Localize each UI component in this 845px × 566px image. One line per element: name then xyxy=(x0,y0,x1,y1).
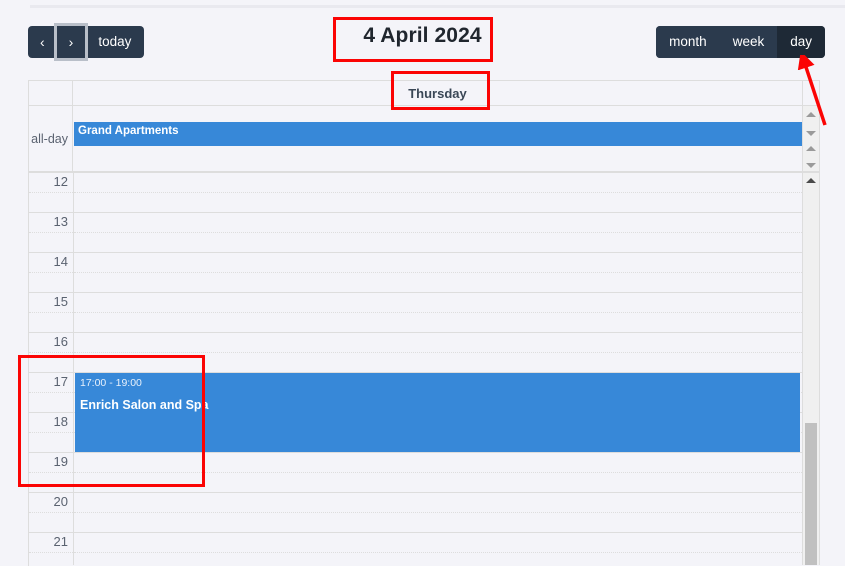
time-slot-21: 21 xyxy=(29,533,73,565)
calendar-grid: Thursday all-day Grand Apartments 12 13 … xyxy=(28,80,820,566)
view-button-day[interactable]: day xyxy=(777,26,825,58)
day-slot-13[interactable] xyxy=(74,213,802,253)
all-day-scrollbar[interactable] xyxy=(803,106,820,171)
all-day-event-area[interactable]: Grand Apartments xyxy=(73,106,803,171)
time-slot-19: 19 xyxy=(29,453,73,493)
time-slot-15: 15 xyxy=(29,293,73,333)
time-label-16: 16 xyxy=(53,334,68,349)
time-slot-12: 12 xyxy=(29,173,73,213)
time-label-19: 19 xyxy=(53,454,68,469)
allday-scroll-up-icon-1[interactable] xyxy=(806,112,816,117)
time-slot-17: 17 xyxy=(29,373,73,413)
day-slot-14[interactable] xyxy=(74,253,802,293)
time-gutter: 12 13 14 15 16 17 18 19 20 21 xyxy=(29,173,73,565)
all-day-label: all-day xyxy=(29,106,73,171)
timed-event-title: Enrich Salon and Spa xyxy=(80,397,209,412)
time-label-14: 14 xyxy=(53,254,68,269)
calendar-toolbar: ‹ › today 4 April 2024 month week day xyxy=(0,16,845,68)
day-header-thursday[interactable]: Thursday xyxy=(73,81,803,105)
day-slot-21[interactable] xyxy=(74,533,802,565)
time-label-15: 15 xyxy=(53,294,68,309)
allday-scroll-down-icon-1[interactable] xyxy=(806,131,816,136)
view-button-week[interactable]: week xyxy=(719,26,778,58)
time-grid: 12 13 14 15 16 17 18 19 20 21 17:00 - 19… xyxy=(29,173,820,565)
header-gutter-cell xyxy=(29,81,73,105)
day-column[interactable]: 17:00 - 19:00 Enrich Salon and Spa xyxy=(73,173,803,565)
time-slot-18: 18 xyxy=(29,413,73,453)
view-switcher: month week day xyxy=(656,26,825,58)
time-grid-scrollbar[interactable] xyxy=(803,173,820,565)
top-divider xyxy=(30,5,845,8)
time-label-20: 20 xyxy=(53,494,68,509)
day-slot-20[interactable] xyxy=(74,493,802,533)
time-slot-14: 14 xyxy=(29,253,73,293)
next-button[interactable]: › xyxy=(53,23,89,61)
all-day-event[interactable]: Grand Apartments xyxy=(74,122,802,146)
time-label-21: 21 xyxy=(53,534,68,549)
time-label-17: 17 xyxy=(53,374,68,389)
time-slot-13: 13 xyxy=(29,213,73,253)
day-slot-15[interactable] xyxy=(74,293,802,333)
day-slot-12[interactable] xyxy=(74,173,802,213)
timed-event[interactable]: 17:00 - 19:00 Enrich Salon and Spa xyxy=(75,373,800,452)
timed-event-time: 17:00 - 19:00 xyxy=(80,377,142,389)
time-label-12: 12 xyxy=(53,174,68,189)
all-day-row: all-day Grand Apartments xyxy=(29,106,820,173)
time-label-18: 18 xyxy=(53,414,68,429)
timegrid-scroll-up-icon[interactable] xyxy=(806,178,816,183)
time-slot-16: 16 xyxy=(29,333,73,373)
allday-scroll-up-icon-2[interactable] xyxy=(806,146,816,151)
view-button-month[interactable]: month xyxy=(656,26,720,58)
day-slot-19[interactable] xyxy=(74,453,802,493)
time-slot-20: 20 xyxy=(29,493,73,533)
allday-scroll-down-icon-2[interactable] xyxy=(806,163,816,168)
time-label-13: 13 xyxy=(53,214,68,229)
timegrid-scroll-thumb[interactable] xyxy=(805,423,817,565)
header-scrollbar-spacer xyxy=(803,81,820,105)
day-slot-16[interactable] xyxy=(74,333,802,373)
calendar-header-row: Thursday xyxy=(29,81,820,106)
